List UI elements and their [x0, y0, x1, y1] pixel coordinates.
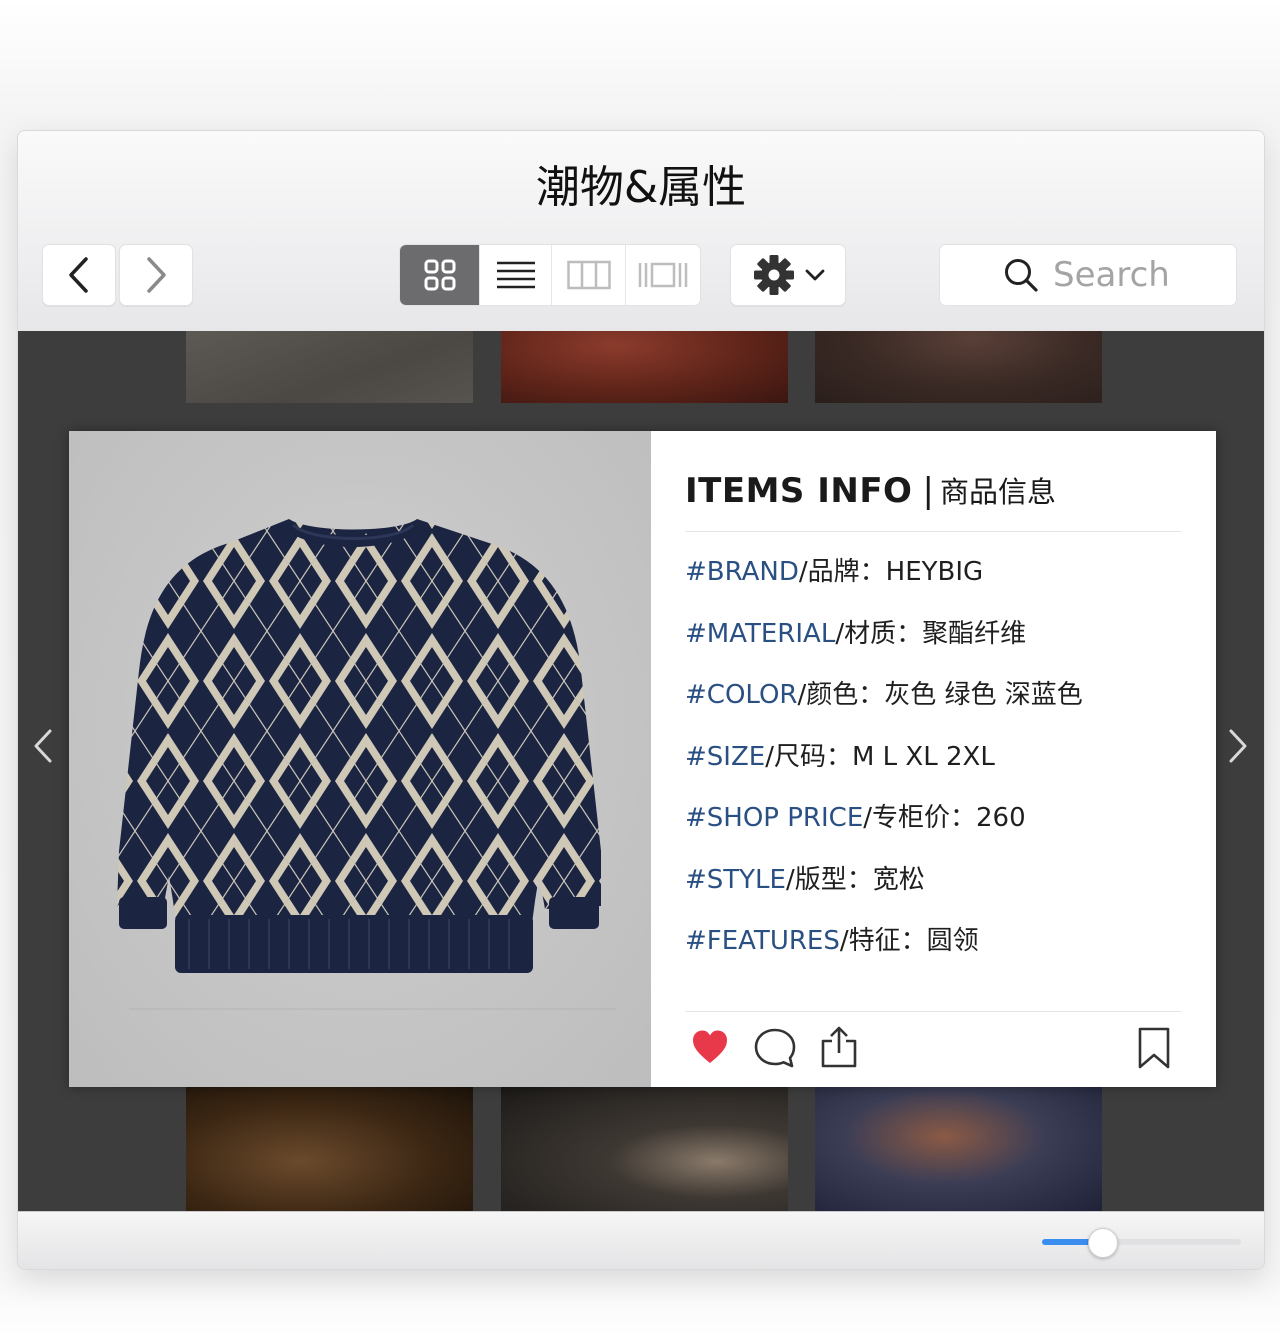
gallery-thumbnail[interactable] [501, 331, 788, 403]
attribute-tag: #SHOP PRICE [685, 803, 864, 833]
settings-menu-button[interactable] [730, 244, 846, 306]
app-window: 潮物&属性 Search ITEMS INFO | 商品信息 #BRAND/品牌… [17, 130, 1265, 1270]
gallery-thumbnail[interactable] [815, 1087, 1102, 1211]
bookmark-icon[interactable] [1137, 1027, 1171, 1069]
forward-button[interactable] [119, 244, 193, 306]
search-input[interactable] [1053, 255, 1173, 295]
gallery-thumbnail[interactable] [186, 1087, 473, 1211]
chevron-left-icon [69, 257, 88, 293]
attribute-shop-price: #SHOP PRICE/专柜价：260 [685, 797, 1026, 834]
chevron-down-icon [805, 269, 825, 281]
attribute-brand: #BRAND/品牌：HEYBIG [685, 551, 983, 588]
attribute-features: #FEATURES/特征：圆领 [685, 920, 979, 957]
attribute-material: #MATERIAL/材质：聚酯纤维 [685, 613, 1026, 650]
attribute-tag: #BRAND [685, 557, 799, 587]
info-title-en: ITEMS INFO [685, 471, 913, 511]
attribute-tag: #FEATURES [685, 926, 840, 956]
item-info-panel: ITEMS INFO | 商品信息 #BRAND/品牌：HEYBIG #MATERI… [685, 431, 1181, 1087]
info-heading: ITEMS INFO | 商品信息 [685, 469, 1056, 511]
gallery-thumbnail[interactable] [815, 331, 1102, 403]
attribute-tag: #COLOR [685, 680, 798, 710]
window-title: 潮物&属性 [535, 162, 747, 213]
info-title-separator: | [922, 471, 934, 511]
column-view-button[interactable] [552, 245, 626, 305]
attribute-size: #SIZE/尺码：M L XL 2XL [685, 736, 995, 773]
coverflow-view-icon [638, 262, 688, 288]
sweater-image [117, 519, 617, 1010]
gear-icon [754, 255, 794, 295]
attribute-value: /颜色：灰色 绿色 深蓝色 [797, 680, 1083, 710]
search-icon [1005, 259, 1038, 292]
status-bar [18, 1211, 1264, 1269]
grid-view-button[interactable] [400, 245, 481, 305]
chevron-left-icon [34, 729, 52, 763]
list-view-button[interactable] [480, 245, 553, 305]
divider [685, 531, 1181, 532]
view-mode-control [399, 244, 701, 306]
list-view-icon [496, 261, 535, 289]
attribute-tag: #SIZE [685, 742, 766, 772]
column-view-icon [566, 260, 611, 290]
share-icon[interactable] [819, 1025, 859, 1069]
attribute-value: /尺码：M L XL 2XL [765, 742, 995, 772]
attribute-value: /材质：聚酯纤维 [835, 619, 1027, 649]
attribute-value: /特征：圆领 [839, 926, 979, 956]
attribute-value: /版型：宽松 [785, 865, 925, 895]
info-title-cn: 商品信息 [939, 475, 1056, 509]
back-button[interactable] [42, 244, 116, 306]
divider [685, 1011, 1181, 1012]
coverflow-view-button[interactable] [626, 245, 700, 305]
zoom-slider-thumb[interactable] [1087, 1228, 1118, 1258]
attribute-value: /品牌：HEYBIG [798, 557, 984, 587]
attribute-tag: #STYLE [685, 865, 786, 895]
previous-item-button[interactable] [28, 726, 58, 766]
grid-view-icon [424, 259, 456, 291]
chevron-right-icon [147, 257, 166, 293]
title-bar: 潮物&属性 [18, 131, 1264, 332]
gallery-thumbnail[interactable] [186, 331, 473, 403]
attribute-color: #COLOR/颜色：灰色 绿色 深蓝色 [685, 674, 1083, 711]
gallery-thumbnail[interactable] [501, 1087, 788, 1211]
comment-icon[interactable] [753, 1027, 797, 1069]
attribute-value: /专柜价：260 [863, 803, 1026, 833]
search-field[interactable] [939, 244, 1237, 306]
zoom-slider[interactable] [1042, 1228, 1241, 1258]
gallery-area: ITEMS INFO | 商品信息 #BRAND/品牌：HEYBIG #MATERI… [18, 331, 1264, 1211]
attribute-tag: #MATERIAL [685, 619, 836, 649]
item-detail-card: ITEMS INFO | 商品信息 #BRAND/品牌：HEYBIG #MATERI… [69, 431, 1216, 1087]
heart-icon[interactable] [691, 1029, 729, 1065]
product-photo [69, 431, 651, 1087]
next-item-button[interactable] [1223, 726, 1253, 766]
chevron-right-icon [1229, 729, 1247, 763]
attribute-style: #STYLE/版型：宽松 [685, 859, 925, 896]
